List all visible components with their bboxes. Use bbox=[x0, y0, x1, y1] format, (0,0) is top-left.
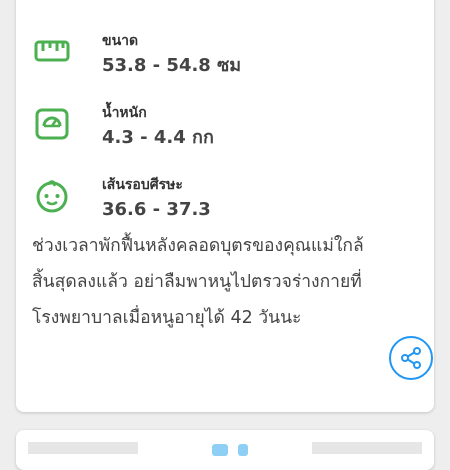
milestone-card: ขนาด 53.8 - 54.8 ซม น้ำหนัก 4.3 - 4.4 กก… bbox=[16, 0, 434, 412]
stat-size-label: ขนาด bbox=[102, 33, 139, 49]
thumbnail-graphic bbox=[238, 444, 248, 456]
scale-icon bbox=[35, 108, 69, 140]
thumbnail bbox=[312, 442, 422, 454]
stat-head-value: 36.6 - 37.3 bbox=[102, 199, 211, 220]
description-line: โรงพยาบาลเมื่อหนูอายุได้ 42 วันนะ bbox=[32, 308, 302, 328]
stat-size: ขนาด 53.8 - 54.8 ซม bbox=[34, 32, 241, 78]
stat-weight: น้ำหนัก 4.3 - 4.4 กก bbox=[34, 104, 214, 150]
description-line: ช่วงเวลาพักฟื้นหลังคลอดบุตรของคุณแม่ใกล้ bbox=[32, 236, 364, 256]
stat-weight-label: น้ำหนัก bbox=[102, 105, 147, 121]
share-button[interactable] bbox=[389, 336, 433, 380]
stat-head-label: เส้นรอบศีรษะ bbox=[102, 177, 183, 193]
baby-face-icon bbox=[36, 180, 68, 213]
next-card[interactable] bbox=[16, 430, 434, 470]
description-text: ช่วงเวลาพักฟื้นหลังคลอดบุตรของคุณแม่ใกล้… bbox=[32, 228, 432, 336]
share-icon bbox=[401, 347, 421, 369]
stat-size-value: 53.8 - 54.8 ซม bbox=[102, 55, 242, 76]
ruler-icon bbox=[34, 40, 70, 62]
thumbnail-graphic bbox=[212, 444, 228, 456]
description-line: สิ้นสุดลงแล้ว อย่าลืมพาหนูไปตรวจร่างกายท… bbox=[32, 272, 362, 292]
thumbnail bbox=[28, 442, 138, 454]
stat-head-circumference: เส้นรอบศีรษะ 36.6 - 37.3 bbox=[34, 176, 211, 222]
stat-weight-value: 4.3 - 4.4 กก bbox=[102, 127, 214, 148]
